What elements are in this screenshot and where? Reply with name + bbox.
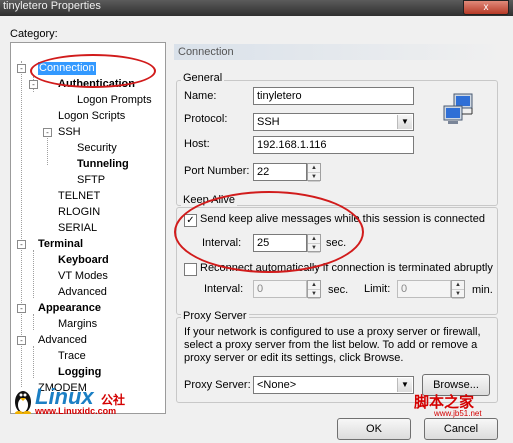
category-label: Category: bbox=[10, 28, 58, 40]
limit-input[interactable]: 0 bbox=[397, 280, 451, 298]
tree-item-terminal[interactable]: Terminal bbox=[38, 238, 83, 251]
protocol-label: Protocol: bbox=[184, 113, 228, 125]
network-computers-icon bbox=[443, 93, 473, 124]
spin-up-icon[interactable]: ▲ bbox=[308, 164, 320, 173]
tree-item-advanced[interactable]: Advanced bbox=[38, 334, 87, 347]
tree-item-telnet[interactable]: TELNET bbox=[58, 190, 100, 203]
linux-logo-url: www.Linuxidc.com bbox=[35, 406, 117, 416]
limit-label: Limit: bbox=[364, 283, 391, 295]
proxy-server-select[interactable]: <None> ▼ bbox=[253, 376, 414, 394]
protocol-value: SSH bbox=[257, 116, 280, 128]
re-interval-label: Interval: bbox=[204, 283, 244, 295]
tree-item-ssh[interactable]: SSH bbox=[58, 126, 81, 139]
tree-item-appearance[interactable]: Appearance bbox=[38, 302, 101, 315]
port-label: Port Number: bbox=[184, 165, 250, 177]
limit-unit: min. bbox=[472, 284, 493, 296]
chevron-down-icon[interactable]: ▼ bbox=[397, 378, 412, 392]
tree-item-tunneling[interactable]: Tunneling bbox=[77, 158, 129, 171]
tree-item-logon-prompts[interactable]: Logon Prompts bbox=[77, 94, 152, 107]
proxy-server-value: <None> bbox=[257, 379, 297, 391]
spin-down-icon[interactable]: ▼ bbox=[308, 290, 320, 299]
collapse-icon[interactable]: - bbox=[17, 240, 26, 249]
name-input[interactable]: tinyletero bbox=[253, 87, 414, 105]
cancel-button[interactable]: Cancel bbox=[424, 418, 498, 440]
collapse-icon[interactable]: - bbox=[17, 64, 26, 73]
tree-item-vt-modes[interactable]: VT Modes bbox=[58, 270, 108, 283]
collapse-icon[interactable]: - bbox=[17, 304, 26, 313]
collapse-icon[interactable]: - bbox=[17, 336, 26, 345]
port-spinner[interactable]: ▲ ▼ bbox=[307, 163, 321, 182]
port-input[interactable]: 22 bbox=[253, 163, 307, 181]
tree-item-logon-scripts[interactable]: Logon Scripts bbox=[58, 110, 125, 123]
tree-item-advanced-terminal[interactable]: Advanced bbox=[58, 286, 107, 299]
tree-item-rlogin[interactable]: RLOGIN bbox=[58, 206, 100, 219]
re-interval-spinner[interactable]: ▲ ▼ bbox=[307, 280, 321, 299]
category-tree[interactable]: - Connection - Authentication Logon Prom… bbox=[10, 42, 167, 416]
tree-item-serial[interactable]: SERIAL bbox=[58, 222, 97, 235]
proxy-description: If your network is configured to use a p… bbox=[184, 326, 481, 364]
tree-item-keyboard[interactable]: Keyboard bbox=[58, 254, 109, 267]
protocol-select[interactable]: SSH ▼ bbox=[253, 113, 414, 131]
panel-title: Connection bbox=[174, 44, 504, 60]
tree-item-security[interactable]: Security bbox=[77, 142, 117, 155]
tux-penguin-icon bbox=[15, 391, 31, 414]
name-label: Name: bbox=[184, 90, 217, 102]
re-interval-input[interactable]: 0 bbox=[253, 280, 307, 298]
ok-button[interactable]: OK bbox=[337, 418, 411, 440]
tree-item-trace[interactable]: Trace bbox=[58, 350, 86, 363]
tree-item-margins[interactable]: Margins bbox=[58, 318, 97, 331]
spin-up-icon[interactable]: ▲ bbox=[308, 281, 320, 290]
window-close-button[interactable]: x bbox=[463, 0, 509, 15]
re-interval-unit: sec. bbox=[328, 284, 349, 296]
collapse-icon[interactable]: - bbox=[43, 128, 52, 137]
proxy-server-label: Proxy Server: bbox=[184, 379, 251, 391]
collapse-icon[interactable]: - bbox=[29, 80, 38, 89]
annotation-ellipse bbox=[174, 191, 364, 273]
properties-dialog: Category: - Connection - Authentication … bbox=[0, 16, 513, 443]
title-bar[interactable]: tinyletero Properties x bbox=[0, 0, 513, 16]
annotation-ellipse bbox=[30, 54, 156, 88]
jb51-url: www.jb51.net bbox=[434, 409, 482, 418]
host-input[interactable]: 192.168.1.116 bbox=[253, 136, 414, 154]
host-label: Host: bbox=[184, 138, 210, 150]
linux-watermark: Linux 公社 www.Linuxidc.com bbox=[11, 384, 167, 416]
tree-item-sftp[interactable]: SFTP bbox=[77, 174, 105, 187]
reconnect-checkbox[interactable] bbox=[184, 263, 197, 276]
tree-item-logging[interactable]: Logging bbox=[58, 366, 101, 379]
chevron-down-icon[interactable]: ▼ bbox=[397, 115, 412, 129]
general-group-title: General bbox=[181, 72, 225, 84]
window-title: tinyletero Properties bbox=[3, 0, 101, 12]
spin-down-icon[interactable]: ▼ bbox=[308, 173, 320, 182]
spin-down-icon[interactable]: ▼ bbox=[452, 290, 464, 299]
spin-up-icon[interactable]: ▲ bbox=[452, 281, 464, 290]
proxy-group-title: Proxy Server bbox=[181, 310, 249, 322]
limit-spinner[interactable]: ▲ ▼ bbox=[451, 280, 465, 299]
